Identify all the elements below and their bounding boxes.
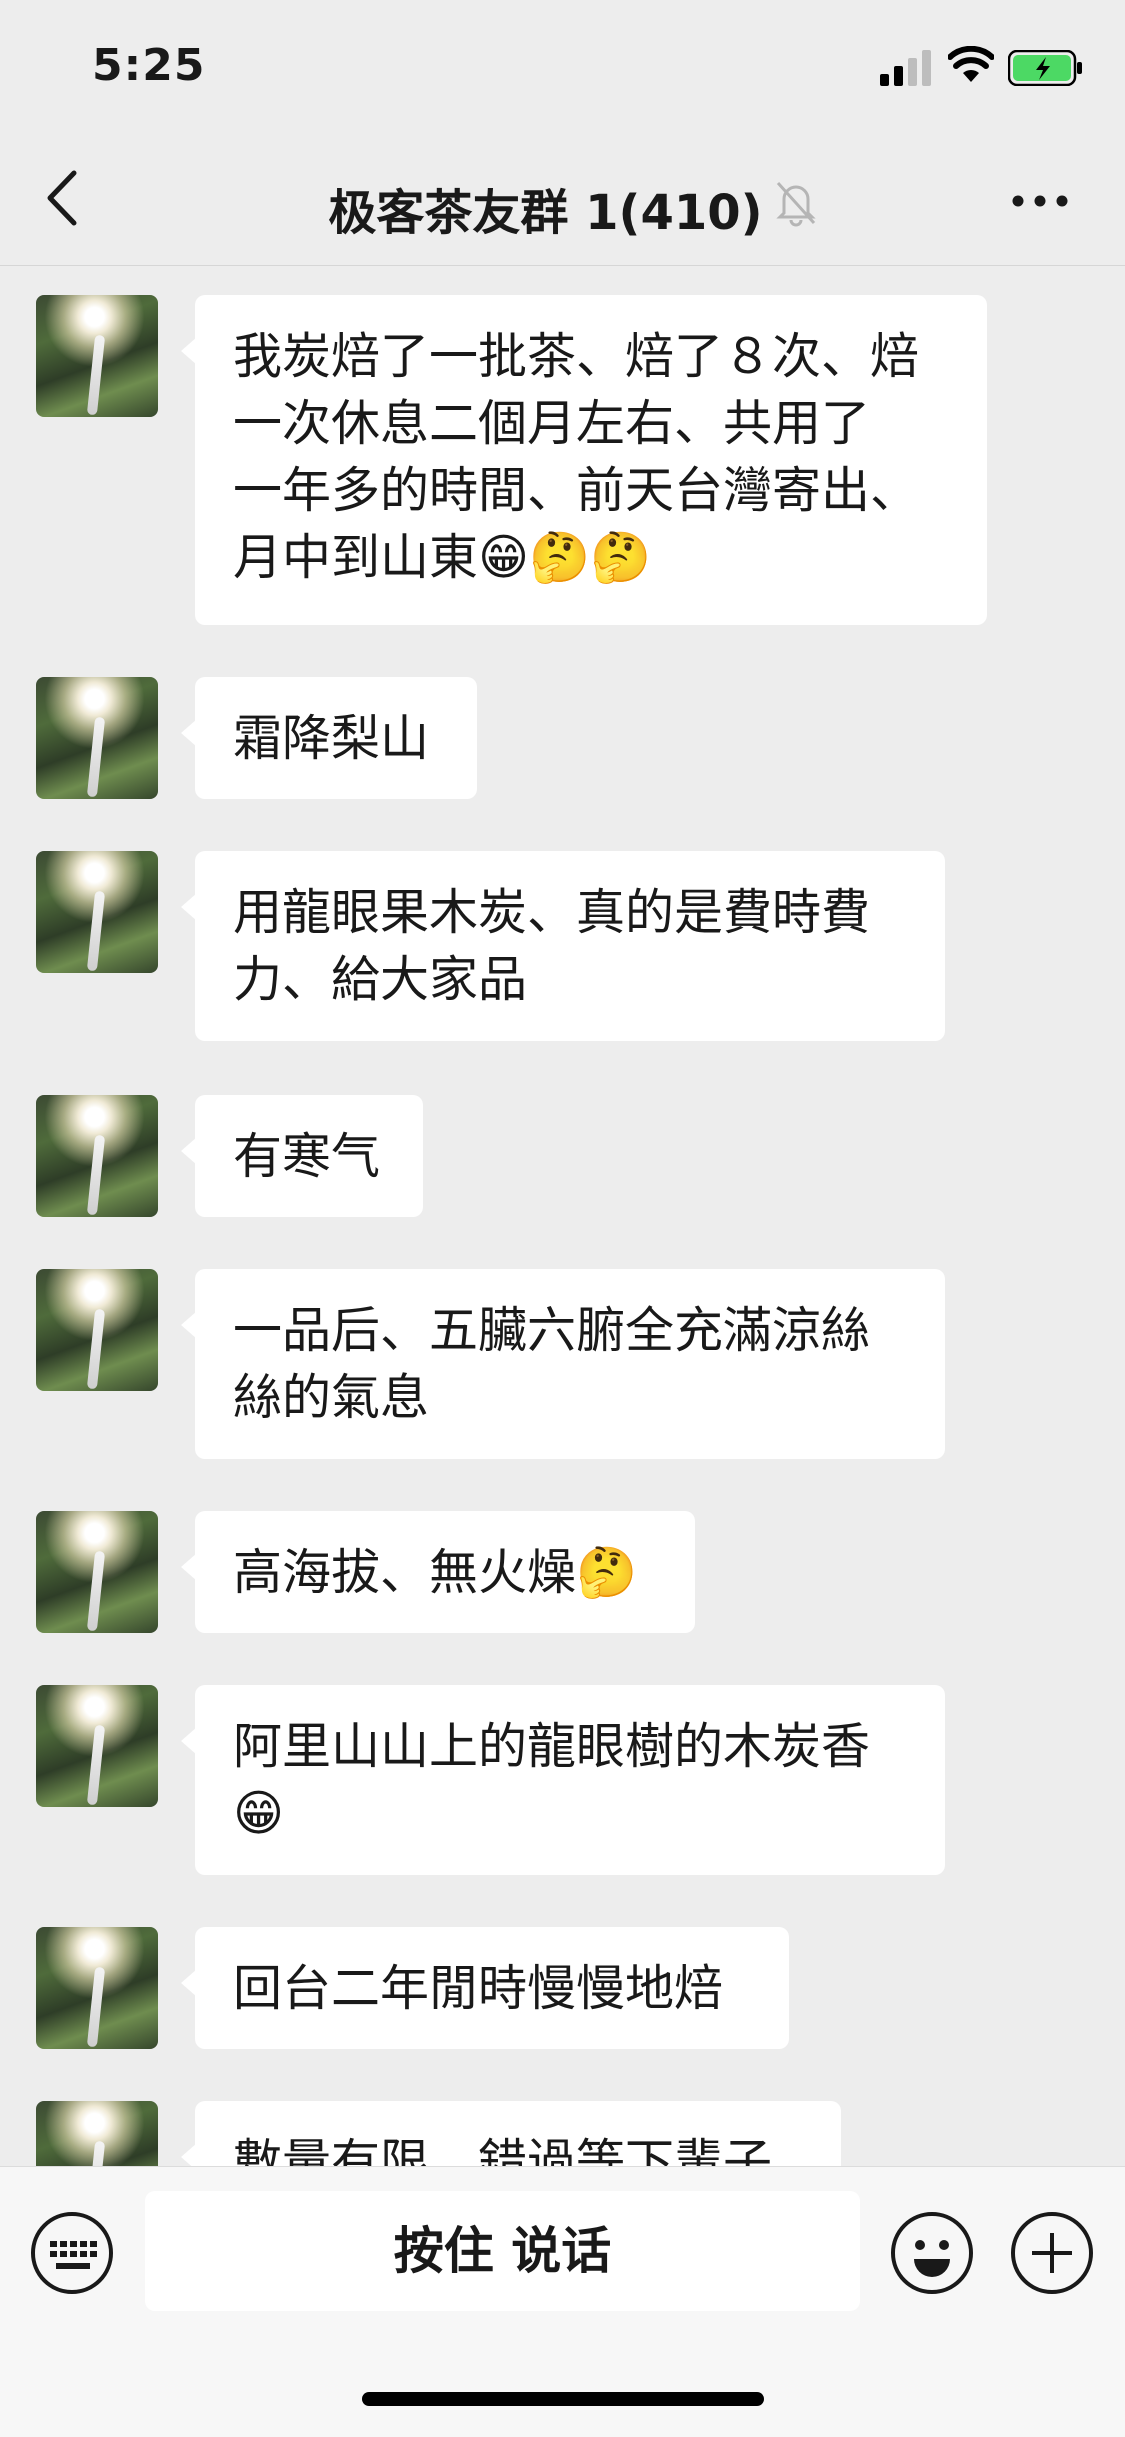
message-bubble[interactable]: 我炭焙了一批茶、焙了８次、焙 一次休息二個月左右、共用了 一年多的時間、前天台灣… bbox=[181, 295, 987, 625]
message-bubble[interactable]: 用龍眼果木炭、真的是費時費 力、給大家品 bbox=[181, 851, 945, 1041]
avatar[interactable] bbox=[36, 1685, 158, 1807]
message-bubble[interactable]: 有寒气 bbox=[181, 1095, 423, 1217]
wifi-icon bbox=[948, 46, 994, 82]
emoji-icon[interactable] bbox=[890, 2211, 974, 2295]
hold-to-talk-button[interactable]: 按住 说话 bbox=[145, 2191, 860, 2311]
status-time: 5:25 bbox=[92, 40, 206, 91]
battery-icon bbox=[1008, 50, 1082, 86]
plus-icon[interactable] bbox=[1010, 2211, 1094, 2295]
message-bubble[interactable]: 一品后、五臟六腑全充滿涼絲 絲的氣息 bbox=[181, 1269, 945, 1459]
chat-header: 极客茶友群 1(410) bbox=[0, 135, 1125, 266]
message-bubble[interactable]: 阿里山山上的龍眼樹的木炭香 😁 bbox=[181, 1685, 945, 1875]
signal-icon bbox=[880, 50, 931, 86]
avatar[interactable] bbox=[36, 851, 158, 973]
message-bubble[interactable]: 數量有限、錯過等下輩子 bbox=[181, 2101, 841, 2166]
chat-title: 极客茶友群 1(410) bbox=[328, 185, 763, 241]
more-dots-icon[interactable] bbox=[1010, 181, 1070, 221]
avatar[interactable] bbox=[36, 1511, 158, 1633]
avatar[interactable] bbox=[36, 2101, 158, 2166]
message-bubble[interactable]: 高海拔、無火燥🤔 bbox=[181, 1511, 695, 1633]
keyboard-icon[interactable] bbox=[30, 2211, 114, 2295]
message-bubble[interactable]: 霜降梨山 bbox=[181, 677, 477, 799]
home-indicator bbox=[362, 2392, 764, 2406]
message-bubble[interactable]: 回台二年閒時慢慢地焙 bbox=[181, 1927, 789, 2049]
avatar[interactable] bbox=[36, 677, 158, 799]
avatar[interactable] bbox=[36, 1095, 158, 1217]
message-list[interactable]: 我炭焙了一批茶、焙了８次、焙 一次休息二個月左右、共用了 一年多的時間、前天台灣… bbox=[0, 266, 1125, 2166]
status-bar: 5:25 bbox=[0, 0, 1125, 135]
mute-bell-icon bbox=[776, 181, 816, 227]
avatar[interactable] bbox=[36, 1269, 158, 1391]
avatar[interactable] bbox=[36, 1927, 158, 2049]
avatar[interactable] bbox=[36, 295, 158, 417]
